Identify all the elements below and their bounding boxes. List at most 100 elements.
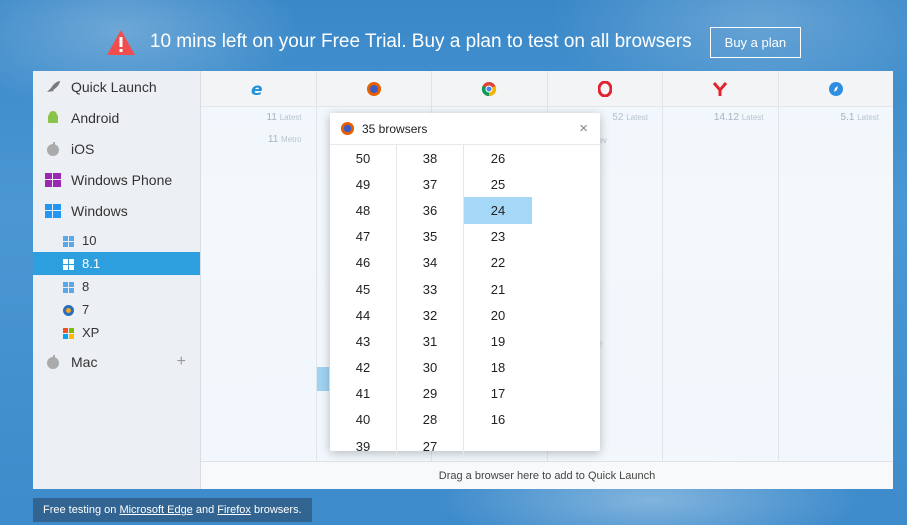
apple-icon xyxy=(45,141,61,156)
version-cell[interactable]: 27 xyxy=(397,433,463,459)
sidebar-item-windows-8[interactable]: 8 xyxy=(33,275,200,298)
version-cell[interactable]: 49 xyxy=(330,171,396,197)
version-cell[interactable]: 32 xyxy=(397,302,463,328)
ie-icon[interactable]: e xyxy=(201,71,316,107)
sidebar-item-label: Windows Phone xyxy=(71,171,173,188)
footer-note: Free testing on Microsoft Edge and Firef… xyxy=(33,498,312,522)
picker-header: 35 browsers × xyxy=(330,113,600,145)
version-cell[interactable]: 50 xyxy=(330,145,396,171)
sidebar: Quick Launch Android iOS Windows Phone W… xyxy=(33,71,201,489)
version-cell[interactable]: 41 xyxy=(330,381,396,407)
version-cell[interactable]: 43 xyxy=(330,328,396,354)
windows-xp-icon xyxy=(63,327,74,339)
browser-version-picker: 35 browsers × 50 49 48 47 46 45 44 43 42 41 40 39 3… xyxy=(330,113,600,460)
version-cell[interactable]: 36 xyxy=(397,197,463,223)
svg-text:e: e xyxy=(251,81,263,97)
version-column: 26 25 24 23 22 21 20 19 18 17 16 xyxy=(464,145,532,459)
browser-version[interactable]: 14.12 Latest xyxy=(663,107,778,129)
opera-icon[interactable] xyxy=(547,71,662,107)
picker-title: 35 browsers xyxy=(362,121,428,136)
browser-version[interactable]: 5.1 Latest xyxy=(779,107,894,129)
version-cell[interactable]: 29 xyxy=(397,381,463,407)
sidebar-item-quick-launch[interactable]: Quick Launch xyxy=(33,71,200,102)
sidebar-item-label: Windows xyxy=(71,202,128,219)
firefox-icon xyxy=(340,121,355,136)
buy-plan-button[interactable]: Buy a plan xyxy=(709,26,802,58)
version-cell[interactable]: 22 xyxy=(464,250,532,276)
browser-column-ie: e 11 Latest 11 Metro xyxy=(201,71,317,461)
close-icon[interactable]: × xyxy=(579,120,588,137)
sidebar-item-label: 8.1 xyxy=(82,256,101,271)
yandex-icon[interactable] xyxy=(663,71,778,107)
sidebar-item-windows[interactable]: Windows xyxy=(33,195,200,226)
version-cell[interactable]: 30 xyxy=(397,355,463,381)
version-cell[interactable]: 20 xyxy=(464,302,532,328)
sidebar-item-label: iOS xyxy=(71,140,95,157)
version-cell[interactable]: 26 xyxy=(464,145,532,171)
version-cell[interactable]: 42 xyxy=(330,355,396,381)
browser-column-yandex: 14.12 Latest xyxy=(663,71,779,461)
version-cell[interactable]: 16 xyxy=(464,407,532,433)
footer-text: browsers. xyxy=(250,504,302,516)
version-cell[interactable]: 48 xyxy=(330,197,396,223)
version-cell[interactable]: 44 xyxy=(330,302,396,328)
firefox-link[interactable]: Firefox xyxy=(217,504,251,516)
version-cell[interactable]: 19 xyxy=(464,328,532,354)
footer-text: and xyxy=(192,504,218,516)
footer-text: Free testing on xyxy=(43,504,120,516)
sidebar-item-android[interactable]: Android xyxy=(33,102,200,133)
sidebar-item-label: Mac xyxy=(71,353,98,370)
version-cell[interactable]: 33 xyxy=(397,276,463,302)
safari-icon[interactable] xyxy=(778,71,893,107)
version-cell[interactable]: 28 xyxy=(397,407,463,433)
version-cell[interactable]: 37 xyxy=(397,171,463,197)
browser-column-safari: 5.1 Latest xyxy=(778,71,894,461)
version-cell[interactable]: 47 xyxy=(330,224,396,250)
sidebar-item-ios[interactable]: iOS xyxy=(33,133,200,164)
chrome-icon[interactable] xyxy=(432,71,547,107)
version-cell[interactable]: 24 xyxy=(464,197,532,224)
version-cell[interactable]: 40 xyxy=(330,407,396,433)
version-grid: 50 49 48 47 46 45 44 43 42 41 40 39 38 37 36 35 34 33 32 3… xyxy=(330,145,600,460)
windows-phone-icon xyxy=(45,172,61,187)
windows-icon xyxy=(63,235,74,247)
android-icon xyxy=(45,110,61,125)
windows-icon xyxy=(63,258,74,270)
version-cell[interactable]: 17 xyxy=(464,381,532,407)
apple-icon xyxy=(45,354,61,369)
microsoft-edge-link[interactable]: Microsoft Edge xyxy=(119,504,192,516)
firefox-icon[interactable] xyxy=(316,71,431,107)
drag-indicator xyxy=(316,367,329,391)
sidebar-item-windows-8-1[interactable]: 8.1 xyxy=(33,252,200,275)
version-column: 50 49 48 47 46 45 44 43 42 41 40 39 xyxy=(330,145,397,460)
sidebar-item-windows-10[interactable]: 10 xyxy=(33,229,200,252)
sidebar-item-label: Android xyxy=(71,109,120,126)
version-cell[interactable]: 34 xyxy=(397,250,463,276)
sidebar-item-mac[interactable]: Mac + xyxy=(33,346,200,377)
windows7-icon xyxy=(63,304,74,316)
browser-version[interactable]: 11 Latest xyxy=(201,107,316,129)
version-cell[interactable]: 45 xyxy=(330,276,396,302)
expand-plus-icon[interactable]: + xyxy=(177,353,186,371)
sidebar-item-label: 8 xyxy=(82,279,90,294)
trial-message: 10 mins left on your Free Trial. Buy a p… xyxy=(149,31,692,52)
sidebar-item-windows-phone[interactable]: Windows Phone xyxy=(33,164,200,195)
browser-version[interactable]: 11 Metro xyxy=(201,129,316,151)
version-cell[interactable]: 21 xyxy=(464,276,532,302)
sidebar-item-label: Quick Launch xyxy=(71,78,157,95)
sidebar-item-windows-xp[interactable]: XP xyxy=(33,321,200,344)
version-cell[interactable]: 46 xyxy=(330,250,396,276)
version-cell[interactable]: 31 xyxy=(397,328,463,354)
sidebar-item-windows-7[interactable]: 7 xyxy=(33,298,200,321)
windows-icon xyxy=(63,281,74,293)
version-cell[interactable]: 38 xyxy=(397,145,463,171)
version-cell[interactable]: 39 xyxy=(330,433,396,459)
quick-launch-drop-zone[interactable]: Drag a browser here to add to Quick Laun… xyxy=(201,461,893,489)
version-cell[interactable]: 35 xyxy=(397,224,463,250)
version-cell[interactable]: 25 xyxy=(464,171,532,197)
version-cell[interactable]: 18 xyxy=(464,355,532,381)
version-column: 38 37 36 35 34 33 32 31 30 29 28 27 xyxy=(397,145,464,460)
windows-icon xyxy=(45,203,61,218)
rocket-icon xyxy=(45,80,61,94)
version-cell[interactable]: 23 xyxy=(464,224,532,250)
